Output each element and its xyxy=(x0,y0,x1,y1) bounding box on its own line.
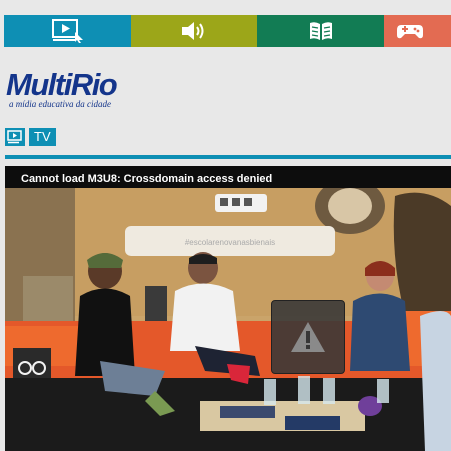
main-nav xyxy=(4,15,451,47)
book-icon xyxy=(309,22,332,40)
nav-tab-audio[interactable] xyxy=(131,15,257,47)
logo-tagline: a mídia educativa da cidade xyxy=(9,99,111,109)
section-tag-tv: TV xyxy=(5,128,56,146)
logo-wordmark: MultiRio xyxy=(6,67,118,102)
multirio-logo[interactable]: MultiRio a mídia educativa da cidade xyxy=(6,67,118,110)
player-error-message: Cannot load M3U8: Crossdomain access den… xyxy=(21,173,273,185)
gamepad-icon xyxy=(397,25,423,39)
nav-tab-games[interactable] xyxy=(384,15,451,47)
section-divider xyxy=(5,155,451,159)
nav-tab-reading[interactable] xyxy=(257,15,384,47)
studio-banner-text: #escolarenovanasbienais xyxy=(185,238,275,247)
section-label: TV xyxy=(29,128,56,146)
tv-play-icon xyxy=(5,128,25,146)
nav-tab-tv[interactable] xyxy=(4,15,131,47)
warning-triangle-icon xyxy=(291,322,325,352)
video-play-icon xyxy=(51,19,83,43)
video-still-studio: #escolarenovanasbienais xyxy=(5,166,451,451)
video-player[interactable]: #escolarenovanasbienais Cannot load M3U8… xyxy=(5,166,451,451)
player-error-overlay xyxy=(271,300,345,374)
speaker-icon xyxy=(182,22,204,40)
